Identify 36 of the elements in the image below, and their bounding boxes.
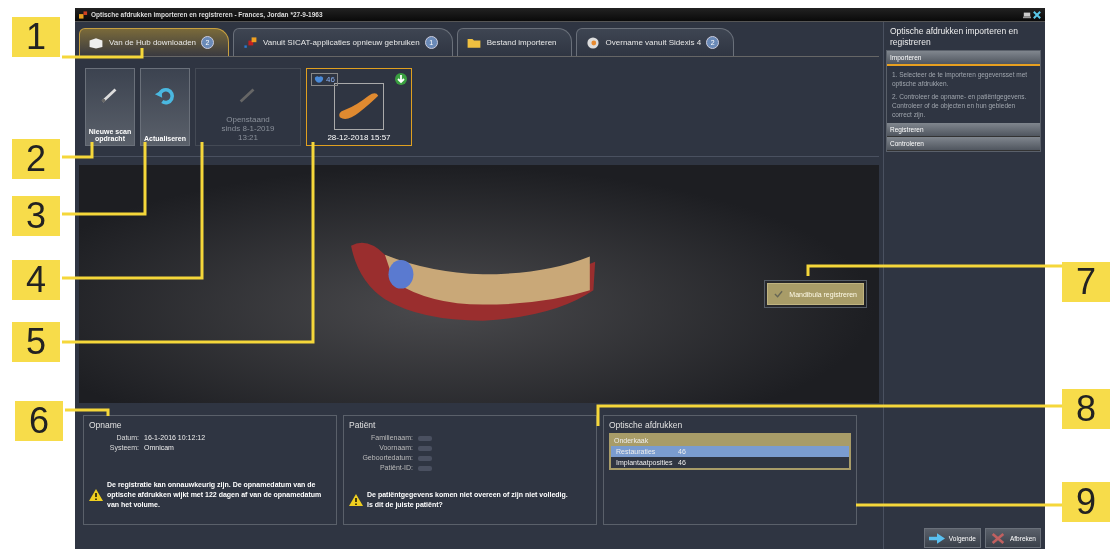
callout-number: 3 (12, 196, 60, 236)
callout-number: 9 (1062, 482, 1110, 522)
pending-tile: Openstaand sinds 8-1-2019 13:21 (195, 68, 301, 146)
count-badge: 46 (311, 73, 338, 86)
download-icon (395, 73, 407, 85)
callout-number: 4 (12, 260, 60, 300)
panel-title: Optische afdrukken importeren en registreren (889, 25, 1020, 49)
disc-icon (584, 35, 601, 50)
callout-number: 6 (15, 401, 63, 441)
cross-icon (989, 532, 1006, 544)
panel-title: Optische afdrukken (609, 420, 684, 430)
callout-number: 2 (12, 139, 60, 179)
callout-number: 5 (12, 322, 60, 362)
box-icon (88, 35, 104, 50)
arrow-icon (928, 532, 945, 544)
callout-number: 7 (1062, 262, 1110, 302)
blurred-value (418, 466, 432, 471)
scan-thumbnail (334, 83, 384, 130)
app-icon (79, 10, 88, 19)
blurred-value (418, 436, 432, 441)
leader-line (65, 408, 110, 416)
blurred-value (418, 456, 432, 461)
tab[interactable]: Bestand importeren (456, 28, 572, 56)
check-icon (774, 290, 784, 298)
scan-tile[interactable]: 46 28-12-2018 15:57 (306, 68, 412, 146)
panel-title: Patiënt (349, 420, 377, 430)
warning-icon (89, 489, 103, 501)
warning-icon (349, 494, 363, 506)
minimize-icon[interactable] (1023, 10, 1031, 19)
close-icon[interactable] (1033, 10, 1041, 19)
squares-icon (242, 35, 259, 50)
blurred-value (418, 446, 432, 451)
panel-title: Opname (89, 420, 123, 430)
callout-number: 1 (12, 17, 60, 57)
refresh-icon (154, 86, 176, 106)
callout-number: 8 (1062, 389, 1110, 429)
